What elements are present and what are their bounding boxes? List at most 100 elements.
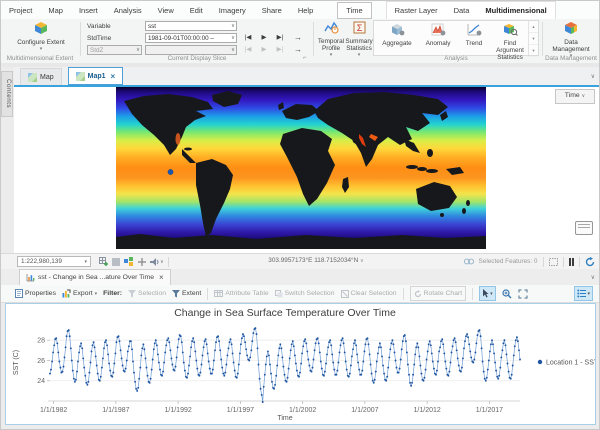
export-chart-icon	[62, 289, 71, 298]
menu-tab-share[interactable]: Share	[254, 2, 290, 19]
tab-list-chevron-icon[interactable]: ∨	[591, 274, 595, 281]
stdz-combo[interactable]: StdZ∨	[87, 45, 142, 55]
chevron-down-icon: ∨	[160, 259, 164, 265]
menu-tab-map[interactable]: Map	[40, 2, 71, 19]
step-last-button[interactable]: ▶|	[273, 33, 287, 43]
chart-toolbar: Properties Export ▾ Filter: Selection Ex…	[1, 285, 600, 303]
chart-select-tool-button[interactable]: ▾	[479, 286, 496, 301]
menu-tab-project[interactable]: Project	[1, 2, 40, 19]
temporal-profile-button[interactable]: Temporal Profile ▾	[317, 21, 345, 59]
chart-zoom-in-button[interactable]	[502, 289, 512, 299]
svg-text:Location 1 - SST: Location 1 - SST	[546, 360, 595, 367]
play-button[interactable]: ▶	[257, 33, 271, 43]
clear-selection-icon	[341, 290, 349, 298]
aggregate-button[interactable]: Aggregate	[378, 23, 416, 47]
trend-icon	[467, 23, 482, 38]
filter-selection-button: Selection	[128, 290, 166, 298]
map1-tab[interactable]: Map1 ×	[68, 67, 124, 85]
svg-text:1/1/2002: 1/1/2002	[289, 407, 316, 414]
properties-button[interactable]: Properties	[15, 289, 56, 298]
step-forward-button[interactable]: →	[291, 33, 305, 43]
chart-tab[interactable]: sst - Change in Sea ...ature Over Time ×	[19, 269, 171, 285]
find-argument-statistics-icon	[503, 23, 518, 38]
chart-plot-container[interactable]: Change in Sea Surface Temperature Over T…	[5, 303, 596, 425]
location-1-marker[interactable]	[168, 169, 173, 174]
menu-tab-help[interactable]: Help	[290, 2, 321, 19]
chart-tab-label: sst - Change in Sea ...ature Over Time	[38, 274, 154, 281]
map-view-tab-bar: Map Map1 × ∨	[14, 67, 600, 85]
map-canvas[interactable]: Time ∨	[14, 87, 600, 253]
overview-window-icon[interactable]	[575, 221, 593, 235]
scale-combo[interactable]: 1:222,980,139▾	[17, 256, 91, 267]
refresh-icon[interactable]	[585, 257, 595, 267]
gallery-scroll-buttons[interactable]: ▴▾▾	[528, 21, 538, 55]
snapping-icon[interactable]	[124, 257, 134, 266]
export-button[interactable]: Export ▾	[62, 289, 97, 298]
chevron-down-icon: ▾	[587, 291, 590, 297]
menu-tab-imagery[interactable]: Imagery	[211, 2, 254, 19]
menu-tab-multidimensional[interactable]: Multidimensional	[477, 2, 554, 21]
arcgis-pro-window: Project Map Insert Analysis View Edit Im…	[0, 0, 600, 430]
chevron-down-icon: ▾	[40, 46, 43, 53]
chevron-down-icon: ∨	[360, 258, 364, 264]
svg-text:1/1/1982: 1/1/1982	[40, 407, 67, 414]
properties-icon	[15, 289, 23, 298]
funnel-icon	[128, 290, 136, 298]
gray-square-icon[interactable]	[112, 258, 120, 266]
menu-tab-data[interactable]: Data	[446, 2, 478, 19]
gallery-up-icon[interactable]: ▴	[529, 21, 538, 33]
summary-statistics-button[interactable]: Σ Summary Statistics ▾	[345, 21, 373, 59]
menu-tab-analysis[interactable]: Analysis	[106, 2, 150, 19]
pause-drawing-button[interactable]	[569, 258, 575, 266]
link-icon	[464, 258, 474, 265]
notifications-button[interactable]: ∨	[150, 258, 164, 266]
trend-label: Trend	[466, 40, 482, 47]
variable-label: Variable	[87, 23, 111, 30]
menu-tab-edit[interactable]: Edit	[182, 2, 211, 19]
grid-plus-icon[interactable]	[99, 257, 108, 266]
map-tab-label: Map	[40, 74, 54, 81]
svg-text:1/1/1987: 1/1/1987	[102, 407, 129, 414]
tab-list-chevron-icon[interactable]: ∨	[591, 73, 595, 80]
stdz-step-forward-button[interactable]: →	[291, 45, 305, 55]
export-label: Export	[73, 290, 93, 297]
chevron-down-icon: ∨	[231, 22, 235, 31]
gallery-down-icon[interactable]: ▾	[529, 33, 538, 45]
selected-features-label: Selected Features: 0	[479, 258, 538, 265]
anomaly-label: Anomaly	[426, 40, 451, 47]
filter-extent-button[interactable]: Extent	[172, 290, 201, 298]
svg-text:26: 26	[37, 358, 45, 365]
menu-tab-insert[interactable]: Insert	[71, 2, 106, 19]
map-tab[interactable]: Map	[20, 68, 62, 85]
attribute-table-label: Attribute Table	[225, 290, 268, 297]
plus-icon[interactable]	[138, 258, 146, 266]
step-first-button[interactable]: |◀	[241, 33, 255, 43]
trend-button[interactable]: Trend	[460, 23, 488, 47]
close-icon[interactable]: ×	[159, 273, 164, 282]
properties-label: Properties	[25, 290, 56, 297]
chevron-down-icon: ∨	[231, 34, 235, 43]
ribbon-tab-bar: Project Map Insert Analysis View Edit Im…	[1, 1, 600, 20]
baja-warm-patch	[176, 133, 181, 145]
stdtime-combo[interactable]: 1981-09-01T00:00:00 –∨	[145, 33, 237, 43]
variable-combo[interactable]: sst∨	[145, 21, 237, 31]
close-icon[interactable]: ×	[111, 72, 116, 81]
anomaly-button[interactable]: Anomaly	[420, 23, 456, 47]
dialog-launcher-icon[interactable]: ⌐	[303, 55, 307, 61]
menu-tab-time[interactable]: Time	[337, 2, 371, 19]
configure-extent-button[interactable]: Configure Extent ▾	[11, 21, 71, 53]
stdz-value-combo[interactable]: ∨	[145, 45, 237, 55]
sst-time-series-chart[interactable]: Change in Sea Surface Temperature Over T…	[6, 304, 595, 424]
coordinates-display[interactable]: 303.9957173°E 118.7152034°N ∨	[186, 257, 446, 264]
legend-toggle-button[interactable]: ▾	[574, 286, 593, 301]
chart-full-extent-button[interactable]	[518, 289, 528, 299]
menu-tab-raster-layer[interactable]: Raster Layer	[387, 2, 446, 19]
menu-tab-view[interactable]: View	[150, 2, 182, 19]
contents-panel-tab[interactable]: Contents	[1, 71, 13, 117]
map-time-button[interactable]: Time ∨	[555, 89, 595, 104]
svg-text:Σ: Σ	[356, 23, 362, 33]
clear-selection-button: Clear Selection	[341, 290, 397, 298]
selection-box-icon[interactable]	[549, 258, 558, 266]
anomaly-icon	[431, 23, 446, 38]
sst-map-image[interactable]	[116, 87, 486, 249]
